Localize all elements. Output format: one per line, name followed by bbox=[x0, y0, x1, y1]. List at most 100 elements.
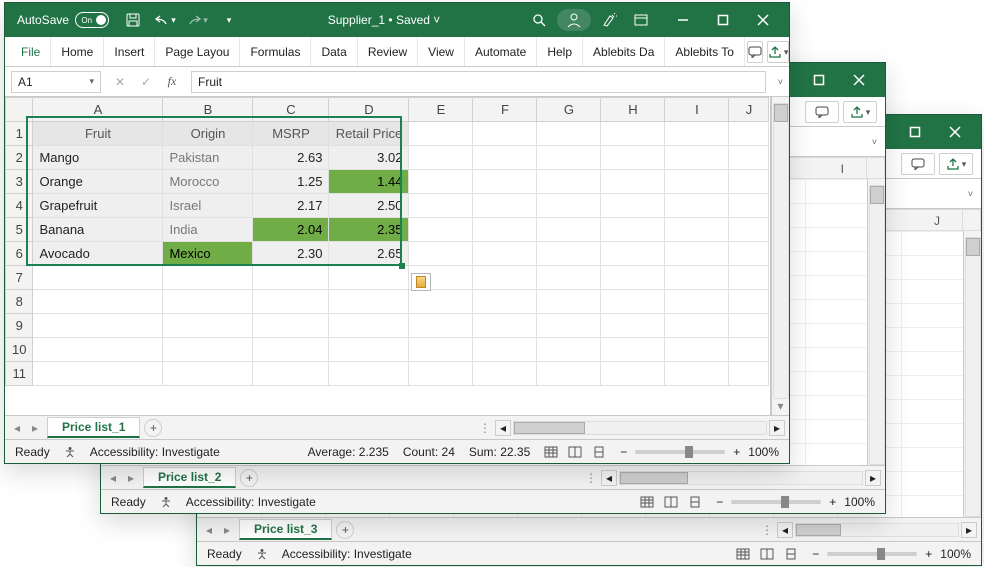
maximize-button[interactable] bbox=[703, 6, 743, 34]
cell[interactable] bbox=[601, 122, 665, 146]
cell[interactable] bbox=[473, 338, 537, 362]
cell[interactable] bbox=[409, 194, 473, 218]
close-button[interactable] bbox=[935, 118, 975, 146]
add-sheet-button[interactable]: + bbox=[240, 469, 258, 487]
row-header-9[interactable]: 9 bbox=[6, 314, 33, 338]
cell[interactable] bbox=[601, 170, 665, 194]
cell[interactable] bbox=[729, 314, 769, 338]
cell[interactable] bbox=[33, 314, 163, 338]
cell[interactable] bbox=[601, 218, 665, 242]
tab-next-button[interactable]: ▸ bbox=[123, 470, 139, 486]
view-buttons[interactable] bbox=[544, 446, 606, 458]
row-header-4[interactable]: 4 bbox=[6, 194, 33, 218]
cell[interactable] bbox=[163, 362, 253, 386]
save-button[interactable] bbox=[119, 9, 147, 31]
cell[interactable] bbox=[537, 242, 601, 266]
hscroll-track[interactable] bbox=[513, 421, 767, 435]
cancel-entry-button[interactable]: ✕ bbox=[109, 71, 131, 93]
cell[interactable]: Retail Price bbox=[329, 122, 409, 146]
cell[interactable] bbox=[409, 146, 473, 170]
cell[interactable] bbox=[537, 122, 601, 146]
cell[interactable] bbox=[729, 218, 769, 242]
cell[interactable] bbox=[329, 338, 409, 362]
cell[interactable] bbox=[601, 266, 665, 290]
cell[interactable]: Morocco bbox=[163, 170, 253, 194]
ribbon-tab-view[interactable]: View bbox=[418, 37, 465, 66]
row-header-8[interactable]: 8 bbox=[6, 290, 33, 314]
cell[interactable] bbox=[665, 314, 729, 338]
zoom-control[interactable]: −+ 100% bbox=[812, 547, 971, 561]
cell[interactable]: Fruit bbox=[33, 122, 163, 146]
cell[interactable] bbox=[253, 266, 329, 290]
cell[interactable] bbox=[601, 338, 665, 362]
cell[interactable] bbox=[729, 242, 769, 266]
col-header-A[interactable]: A bbox=[33, 98, 163, 122]
select-all-corner[interactable] bbox=[6, 98, 33, 122]
hscroll-right[interactable]: ▸ bbox=[961, 522, 977, 538]
cell[interactable] bbox=[537, 290, 601, 314]
tab-prev-button[interactable]: ◂ bbox=[9, 420, 25, 436]
col-header-E[interactable]: E bbox=[409, 98, 473, 122]
cell[interactable] bbox=[729, 170, 769, 194]
cell[interactable] bbox=[253, 338, 329, 362]
zoom-control[interactable]: −+ 100% bbox=[620, 445, 779, 459]
cell[interactable] bbox=[729, 146, 769, 170]
sheet-tab[interactable]: Price list_1 bbox=[47, 417, 140, 438]
account-button[interactable] bbox=[557, 9, 591, 31]
zoom-control[interactable]: −+ 100% bbox=[716, 495, 875, 509]
cell[interactable]: 2.30 bbox=[253, 242, 329, 266]
add-sheet-button[interactable]: + bbox=[336, 521, 354, 539]
tab-next-button[interactable]: ▸ bbox=[219, 522, 235, 538]
cell[interactable] bbox=[601, 194, 665, 218]
cell[interactable] bbox=[665, 362, 729, 386]
vertical-scrollbar[interactable] bbox=[963, 231, 981, 517]
cell[interactable] bbox=[537, 170, 601, 194]
cell[interactable] bbox=[473, 194, 537, 218]
tab-next-button[interactable]: ▸ bbox=[27, 420, 43, 436]
cell[interactable]: 2.04 bbox=[253, 218, 329, 242]
cell[interactable] bbox=[729, 338, 769, 362]
cell[interactable] bbox=[329, 290, 409, 314]
cell[interactable]: 1.25 bbox=[253, 170, 329, 194]
search-button[interactable] bbox=[525, 9, 553, 31]
ribbon-tab-insert[interactable]: Insert bbox=[104, 37, 155, 66]
cell[interactable] bbox=[329, 362, 409, 386]
cell[interactable] bbox=[473, 242, 537, 266]
close-button[interactable] bbox=[839, 66, 879, 94]
cell[interactable] bbox=[329, 314, 409, 338]
cell[interactable]: 2.50 bbox=[329, 194, 409, 218]
cell[interactable] bbox=[473, 314, 537, 338]
cell[interactable]: Mango bbox=[33, 146, 163, 170]
comments-button[interactable] bbox=[747, 41, 763, 63]
cell[interactable] bbox=[253, 362, 329, 386]
cell[interactable] bbox=[409, 362, 473, 386]
cell[interactable] bbox=[601, 314, 665, 338]
cell[interactable] bbox=[537, 314, 601, 338]
cell[interactable] bbox=[409, 122, 473, 146]
cell[interactable]: Origin bbox=[163, 122, 253, 146]
col-header-G[interactable]: G bbox=[537, 98, 601, 122]
cell[interactable] bbox=[409, 242, 473, 266]
cell[interactable] bbox=[473, 218, 537, 242]
add-sheet-button[interactable]: + bbox=[144, 419, 162, 437]
confirm-entry-button[interactable]: ✓ bbox=[135, 71, 157, 93]
ribbon-tab-data[interactable]: Data bbox=[311, 37, 357, 66]
qat-customize-button[interactable]: ▾ bbox=[215, 9, 243, 31]
hscroll-right[interactable]: ▸ bbox=[769, 420, 785, 436]
cell[interactable]: 2.65 bbox=[329, 242, 409, 266]
cell[interactable] bbox=[33, 338, 163, 362]
cell[interactable]: Banana bbox=[33, 218, 163, 242]
tab-prev-button[interactable]: ◂ bbox=[201, 522, 217, 538]
cell[interactable] bbox=[665, 242, 729, 266]
autosave-toggle[interactable]: AutoSave On bbox=[11, 12, 115, 28]
col-header-C[interactable]: C bbox=[253, 98, 329, 122]
cell[interactable] bbox=[473, 266, 537, 290]
view-buttons[interactable] bbox=[640, 496, 702, 508]
cell[interactable] bbox=[665, 338, 729, 362]
ribbon-tab-help[interactable]: Help bbox=[537, 37, 583, 66]
col-header-D[interactable]: D bbox=[329, 98, 409, 122]
ribbon-tab-automate[interactable]: Automate bbox=[465, 37, 537, 66]
minimize-button[interactable] bbox=[663, 6, 703, 34]
cell[interactable] bbox=[409, 218, 473, 242]
redo-button[interactable]: ▾ bbox=[183, 9, 211, 31]
